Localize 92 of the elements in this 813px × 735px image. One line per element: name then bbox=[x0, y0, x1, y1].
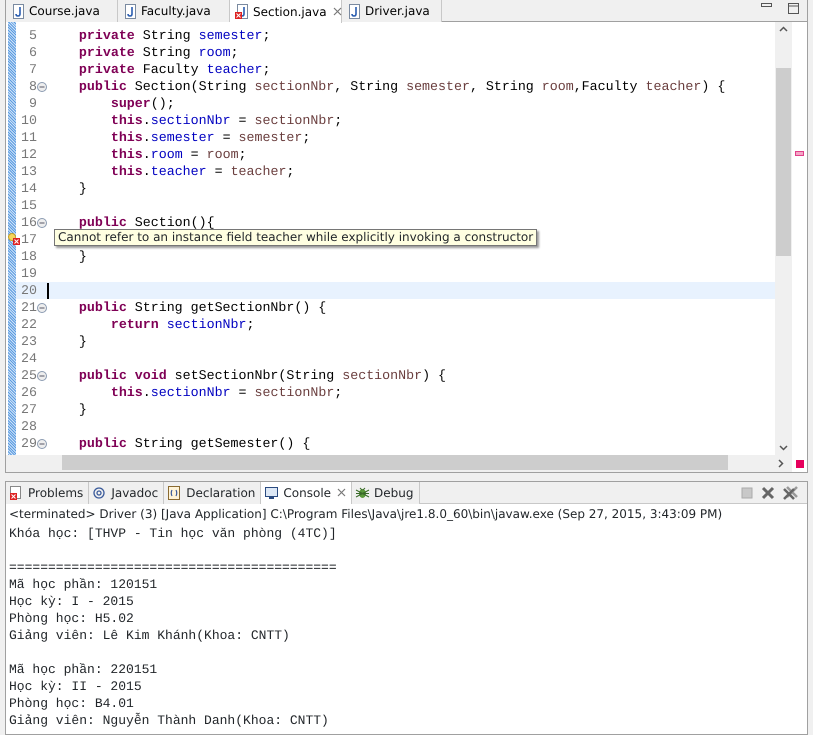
console-output-line: Phòng học: B4.01 bbox=[8, 695, 135, 712]
line-number: 25 bbox=[20, 367, 37, 384]
declaration-icon bbox=[167, 485, 182, 501]
error-marker-icon[interactable] bbox=[795, 151, 804, 156]
view-tab[interactable]: Javadoc bbox=[89, 482, 164, 504]
fold-icon[interactable] bbox=[37, 82, 47, 92]
line-number: 7 bbox=[28, 61, 37, 78]
code-line: private Faculty teacher; bbox=[78, 61, 270, 78]
line-number: 24 bbox=[20, 350, 37, 367]
console-output-line: Giảng viên: Nguyễn Thành Danh(Khoa: CNTT) bbox=[8, 712, 330, 729]
editor-tab[interactable]: Course.java bbox=[6, 0, 118, 22]
maximize-icon[interactable] bbox=[788, 3, 799, 14]
minimize-icon[interactable] bbox=[761, 3, 772, 8]
line-number: 19 bbox=[20, 265, 37, 282]
console-output-line: Phòng học: H5.02 bbox=[8, 610, 135, 627]
line-number: 18 bbox=[20, 248, 37, 265]
line-number: 29 bbox=[20, 435, 37, 452]
bug-icon bbox=[355, 485, 370, 501]
line-number: 9 bbox=[28, 95, 37, 112]
scrollbar-thumb[interactable] bbox=[62, 455, 728, 470]
code-line: public Section(){ bbox=[78, 214, 215, 231]
line-number: 16 bbox=[20, 214, 37, 231]
scrollbar-thumb[interactable] bbox=[776, 68, 791, 256]
code-line: return sectionNbr; bbox=[110, 316, 254, 333]
code-line: public void setSectionNbr(String sectionNbr) { bbox=[78, 367, 446, 384]
view-tab[interactable]: Declaration bbox=[164, 482, 262, 504]
scroll-down-icon[interactable] bbox=[779, 445, 788, 451]
line-number: 11 bbox=[20, 129, 37, 146]
line-number: 15 bbox=[20, 197, 37, 214]
code-line: public Section(String sectionNbr, String semester, String room,Faculty teacher) { bbox=[78, 78, 726, 95]
line-number: 6 bbox=[28, 44, 37, 61]
remove-all-icon[interactable] bbox=[783, 484, 799, 500]
scroll-right-icon[interactable] bbox=[778, 459, 784, 468]
code-line: public String getSectionNbr() { bbox=[78, 299, 326, 316]
java-file-error-icon bbox=[235, 4, 249, 19]
java-file-icon bbox=[347, 4, 361, 18]
console-output-line: Học kỳ: II - 2015 bbox=[8, 678, 143, 695]
code-line: super(); bbox=[110, 95, 175, 112]
code-line: this.room = room; bbox=[110, 146, 247, 163]
code-line: } bbox=[78, 248, 87, 265]
text-cursor bbox=[47, 282, 49, 298]
line-number: 21 bbox=[20, 299, 37, 316]
line-number: 27 bbox=[20, 401, 37, 418]
remove-icon[interactable] bbox=[761, 486, 775, 500]
code-line: private String room; bbox=[78, 44, 239, 61]
horizontal-scrollbar[interactable] bbox=[6, 455, 792, 472]
line-number: 23 bbox=[20, 333, 37, 350]
line-number: 5 bbox=[28, 27, 37, 44]
fold-icon[interactable] bbox=[37, 218, 47, 228]
console-output-line: Giảng viên: Lê Kim Khánh(Khoa: CNTT) bbox=[8, 627, 291, 644]
console-output-line: ========================================== bbox=[8, 559, 338, 576]
line-number: 28 bbox=[20, 418, 37, 435]
fold-icon[interactable] bbox=[37, 438, 47, 448]
code-line: } bbox=[78, 180, 87, 197]
line-number: 10 bbox=[20, 112, 37, 129]
java-file-icon bbox=[11, 4, 25, 18]
editor-tab[interactable]: Faculty.java bbox=[118, 0, 230, 22]
code-line: this.teacher = teacher; bbox=[110, 163, 294, 180]
editor-tab[interactable]: Driver.java bbox=[342, 0, 442, 22]
vertical-scrollbar[interactable] bbox=[775, 22, 792, 455]
problems-icon bbox=[9, 485, 24, 501]
code-line: } bbox=[78, 333, 87, 350]
code-line: this.sectionNbr = sectionNbr; bbox=[110, 384, 342, 401]
console-output-line: Mã học phần: 220151 bbox=[8, 661, 158, 678]
line-number: 8 bbox=[28, 78, 37, 95]
fold-icon[interactable] bbox=[37, 302, 47, 312]
java-file-icon bbox=[123, 4, 137, 18]
view-tab[interactable]: Console bbox=[261, 482, 352, 504]
fold-icon[interactable] bbox=[37, 370, 47, 380]
view-tab[interactable]: Problems bbox=[6, 482, 90, 504]
scroll-up-icon[interactable] bbox=[779, 26, 788, 32]
code-line: } bbox=[78, 401, 87, 418]
line-number: 12 bbox=[20, 146, 37, 163]
code-line: this.semester = semester; bbox=[110, 129, 310, 146]
line-number: 14 bbox=[20, 180, 37, 197]
line-number: 20 bbox=[20, 282, 37, 299]
console-icon bbox=[264, 485, 280, 501]
view-tab[interactable]: Debug bbox=[352, 482, 420, 504]
error-indicator-icon[interactable] bbox=[796, 460, 804, 468]
console-header: <terminated> Driver (3) [Java Application] C:\Program Files\Java\jre1.8.0_60\bin\javaw.exe (Sep 27, 2015, 3:43:09 PM) bbox=[8, 506, 724, 523]
code-line: private String semester; bbox=[78, 27, 270, 44]
line-number: 22 bbox=[20, 316, 37, 333]
line-number: 17 bbox=[16, 231, 37, 248]
line-number: 13 bbox=[20, 163, 37, 180]
code-line: this.sectionNbr = sectionNbr; bbox=[110, 112, 342, 129]
error-tooltip: Cannot refer to an instance field teacher while explicitly invoking a constructor bbox=[54, 229, 538, 246]
line-number: 26 bbox=[20, 384, 37, 401]
code-line: public String getSemester() { bbox=[78, 435, 310, 452]
console-output-line: Khóa học: [THVP - Tin học văn phòng (4TC)] bbox=[8, 525, 338, 542]
editor-tab[interactable]: Section.java bbox=[230, 0, 342, 23]
console-output-line: Học kỳ: I - 2015 bbox=[8, 593, 135, 610]
console-output-line: Mã học phần: 120151 bbox=[8, 576, 158, 593]
